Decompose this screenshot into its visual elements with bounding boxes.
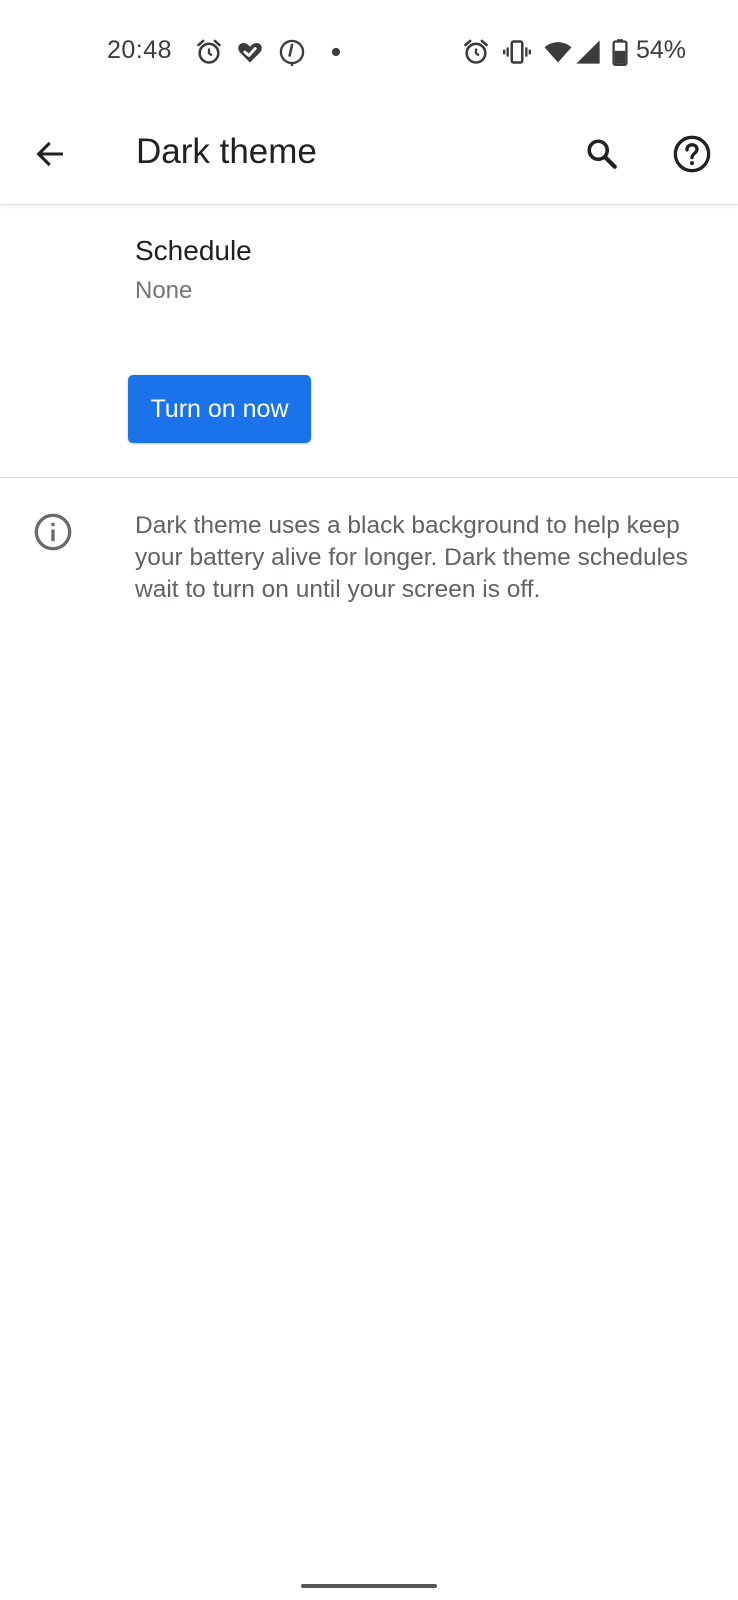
back-button[interactable] [22, 126, 78, 182]
alarm-icon [197, 39, 221, 64]
timer-icon [279, 39, 305, 66]
info-icon [34, 513, 72, 551]
divider [0, 477, 738, 478]
back-arrow-icon [36, 141, 63, 167]
wifi-icon [544, 42, 572, 63]
turn-on-now-button[interactable]: Turn on now [128, 375, 311, 443]
notification-dot-icon [331, 47, 341, 57]
status-time: 20:48 [107, 36, 173, 64]
battery-percent: 54% [636, 36, 687, 64]
home-indicator[interactable] [301, 1584, 437, 1588]
schedule-setting[interactable]: Schedule None [0, 205, 738, 325]
status-bar: 20:48 54% [0, 0, 738, 104]
schedule-title: Schedule [135, 235, 252, 266]
heart-check-icon [238, 43, 262, 63]
vibrate-icon [503, 40, 531, 64]
battery-icon [612, 39, 628, 66]
help-button[interactable] [664, 126, 720, 182]
info-text: Dark theme uses a black background to he… [135, 512, 688, 603]
page-title: Dark theme [136, 132, 317, 171]
app-bar: Dark theme [0, 104, 738, 205]
search-icon [587, 139, 617, 169]
schedule-value: None [135, 277, 193, 304]
cell-signal-icon [576, 40, 600, 64]
screen: 20:48 54% Dark theme Schedule None Turn … [0, 0, 738, 1600]
search-button[interactable] [574, 126, 630, 182]
help-icon [673, 135, 711, 173]
alarm-icon [464, 39, 488, 64]
